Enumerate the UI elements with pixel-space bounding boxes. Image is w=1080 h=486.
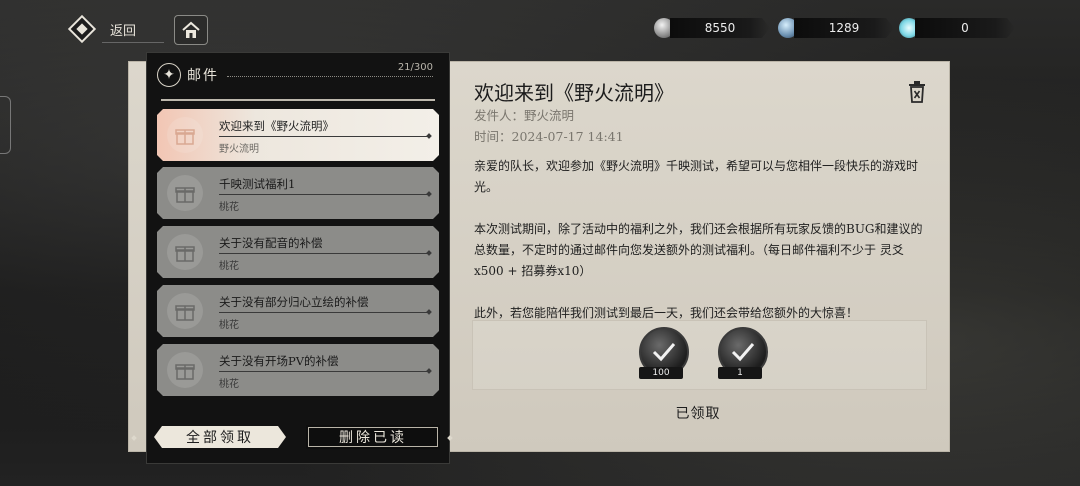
- back-underline: [102, 42, 164, 43]
- reward-quantity: 1: [718, 367, 762, 379]
- reward-quantity: 100: [639, 367, 683, 379]
- currency-gem[interactable]: 0: [899, 16, 1015, 40]
- mail-item-title: 关于没有开场PV的补偿: [219, 354, 339, 368]
- mail-item-divider: [219, 136, 429, 137]
- mail-paragraph: 本次测试期间，除了活动中的福利之外，我们还会根据所有玩家反馈的BUG和建议的总数…: [474, 222, 923, 278]
- claimed-status: 已领取: [675, 406, 721, 422]
- currency-silver[interactable]: 8550: [654, 16, 770, 40]
- mail-item-title: 千映测试福利1: [219, 177, 296, 191]
- mail-item-sender: 野火流明: [219, 144, 259, 155]
- mail-item-title: 关于没有部分归心立绘的补偿: [219, 295, 369, 309]
- mail-list-panel: ✦ 邮件 21/300 欢迎来到《野火流明》 野火流明 千映测试福利1 桃花 关…: [146, 52, 450, 464]
- delete-read-button[interactable]: 删除已读: [306, 425, 440, 449]
- mail-detail-body: 亲爱的队长，欢迎参加《野火流明》千映测试，希望可以与您相伴一段快乐的游戏时光。 …: [474, 156, 924, 345]
- mail-item[interactable]: 欢迎来到《野火流明》 野火流明: [157, 109, 439, 161]
- mail-item[interactable]: 关于没有部分归心立绘的补偿 桃花: [157, 285, 439, 337]
- mail-detail-time: 时间：2024-07-17 14:41: [474, 129, 624, 144]
- mail-list-title: 邮件: [187, 68, 219, 84]
- claim-all-button[interactable]: 全部领取: [154, 426, 286, 448]
- mail-item-sender: 桃花: [219, 320, 239, 331]
- back-button[interactable]: 返回: [64, 14, 164, 44]
- mail-list-header: ✦ 邮件: [157, 63, 219, 87]
- reward-item[interactable]: 1: [714, 327, 768, 381]
- gift-icon: [167, 234, 203, 270]
- header-dotted-line: [227, 76, 433, 77]
- mail-detail-sender: 发件人：野火流明: [474, 108, 575, 123]
- mail-item[interactable]: 关于没有开场PV的补偿 桃花: [157, 344, 439, 396]
- header-divider: [161, 99, 435, 101]
- mail-item-sender: 桃花: [219, 261, 239, 272]
- mail-item-divider: [219, 253, 429, 254]
- mail-item[interactable]: 千映测试福利1 桃花: [157, 167, 439, 219]
- mail-item-divider: [219, 194, 429, 195]
- currency-value: 0: [915, 18, 1015, 38]
- mail-paragraph: 亲爱的队长，欢迎参加《野火流明》千映测试，希望可以与您相伴一段快乐的游戏时光。: [474, 159, 919, 194]
- currency-value: 1289: [794, 18, 894, 38]
- mail-item[interactable]: 关于没有配音的补偿 桃花: [157, 226, 439, 278]
- home-button[interactable]: [174, 15, 208, 45]
- back-label: 返回: [110, 23, 137, 39]
- home-icon: [182, 21, 200, 38]
- trash-icon[interactable]: [908, 81, 926, 103]
- reward-box: 100 1: [472, 320, 927, 390]
- mail-item-sender: 桃花: [219, 379, 239, 390]
- back-diamond-icon: [67, 14, 97, 44]
- currency-crystal[interactable]: 1289: [778, 16, 894, 40]
- mail-item-divider: [219, 312, 429, 313]
- reward-item[interactable]: 100: [635, 327, 689, 381]
- gift-icon: [167, 175, 203, 211]
- mail-detail-panel: 欢迎来到《野火流明》 发件人：野火流明 时间：2024-07-17 14:41 …: [448, 61, 948, 450]
- mail-item-title: 关于没有配音的补偿: [219, 236, 323, 250]
- mail-detail-title: 欢迎来到《野火流明》: [474, 81, 674, 105]
- mail-item-sender: 桃花: [219, 202, 239, 213]
- mail-item-divider: [219, 371, 429, 372]
- mail-count: 21/300: [397, 62, 433, 73]
- currency-value: 8550: [670, 18, 770, 38]
- gift-icon: [167, 352, 203, 388]
- gift-icon: [167, 117, 203, 153]
- mail-item-title: 欢迎来到《野火流明》: [219, 119, 334, 133]
- gift-icon: [167, 293, 203, 329]
- sparkle-icon: ✦: [157, 63, 181, 87]
- side-tab-handle[interactable]: [0, 96, 11, 154]
